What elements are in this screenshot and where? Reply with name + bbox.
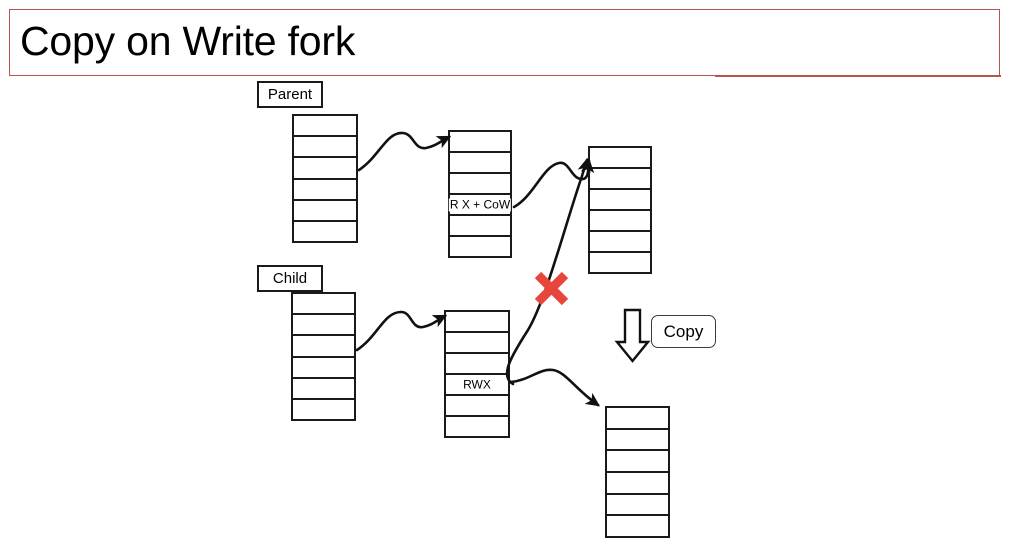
arrow-child-virtual-to-physical [355, 310, 448, 352]
memory-cell [294, 137, 356, 159]
memory-cell [450, 174, 510, 195]
memory-cell [446, 354, 508, 375]
memory-cell [607, 516, 668, 537]
memory-cell [293, 399, 354, 420]
rwx-permission-label: RWX [462, 377, 492, 391]
memory-cell [446, 312, 508, 333]
memory-cell [590, 190, 650, 211]
memory-cell [293, 357, 354, 379]
memory-cell [607, 473, 668, 495]
child-label-box: Child [257, 265, 323, 292]
arrow-parent-physical-to-shared-frame [512, 158, 595, 209]
red-x-icon [534, 271, 569, 306]
memory-cell [293, 378, 354, 400]
memory-cell-cow: R X + CoW [448, 195, 512, 216]
cow-permission-label: R X + CoW [448, 197, 512, 211]
memory-cell [590, 169, 650, 190]
memory-cell-rwx: RWX [446, 375, 508, 396]
memory-cell [450, 216, 510, 237]
arrow-parent-virtual-to-physical [357, 131, 452, 172]
memory-cell [294, 221, 356, 242]
child-physical-memory-column: RWX [444, 310, 510, 438]
memory-cell [446, 417, 508, 436]
memory-cell [293, 315, 354, 337]
memory-cell [294, 158, 356, 180]
memory-cell [590, 232, 650, 253]
arrow-child-physical-to-shared-frame-blocked [505, 157, 591, 386]
memory-cell [446, 333, 508, 354]
memory-cell [450, 237, 510, 256]
down-block-arrow-icon [614, 308, 651, 363]
parent-label-text: Parent [267, 86, 313, 103]
diagram-overlay [355, 131, 651, 407]
copy-label-box: Copy [651, 315, 716, 348]
child-virtual-memory-column [291, 292, 356, 421]
title-underline [715, 75, 1001, 77]
memory-cell [294, 179, 356, 201]
arrow-child-physical-to-copied-frame [509, 368, 600, 407]
memory-cell [450, 153, 510, 174]
page-title: Copy on Write fork [20, 18, 356, 64]
copy-label-text: Copy [663, 322, 704, 341]
copied-page-frame-column [605, 406, 670, 538]
parent-virtual-memory-column [292, 114, 358, 243]
memory-cell [590, 148, 650, 169]
shared-page-frame-column [588, 146, 652, 274]
memory-cell [294, 200, 356, 222]
memory-cell [607, 408, 668, 430]
memory-cell [293, 336, 354, 358]
parent-label-box: Parent [257, 81, 323, 108]
memory-cell [590, 253, 650, 272]
child-label-text: Child [272, 270, 308, 287]
memory-cell [607, 451, 668, 474]
slide-canvas: Copy on Write fork Parent Child R X + Co… [0, 0, 1024, 545]
memory-cell [590, 211, 650, 232]
parent-physical-memory-column: R X + CoW [448, 130, 512, 258]
memory-cell [607, 494, 668, 517]
memory-cell [294, 116, 356, 138]
memory-cell [293, 294, 354, 316]
memory-cell [446, 396, 508, 417]
memory-cell [607, 429, 668, 452]
memory-cell [450, 132, 510, 153]
